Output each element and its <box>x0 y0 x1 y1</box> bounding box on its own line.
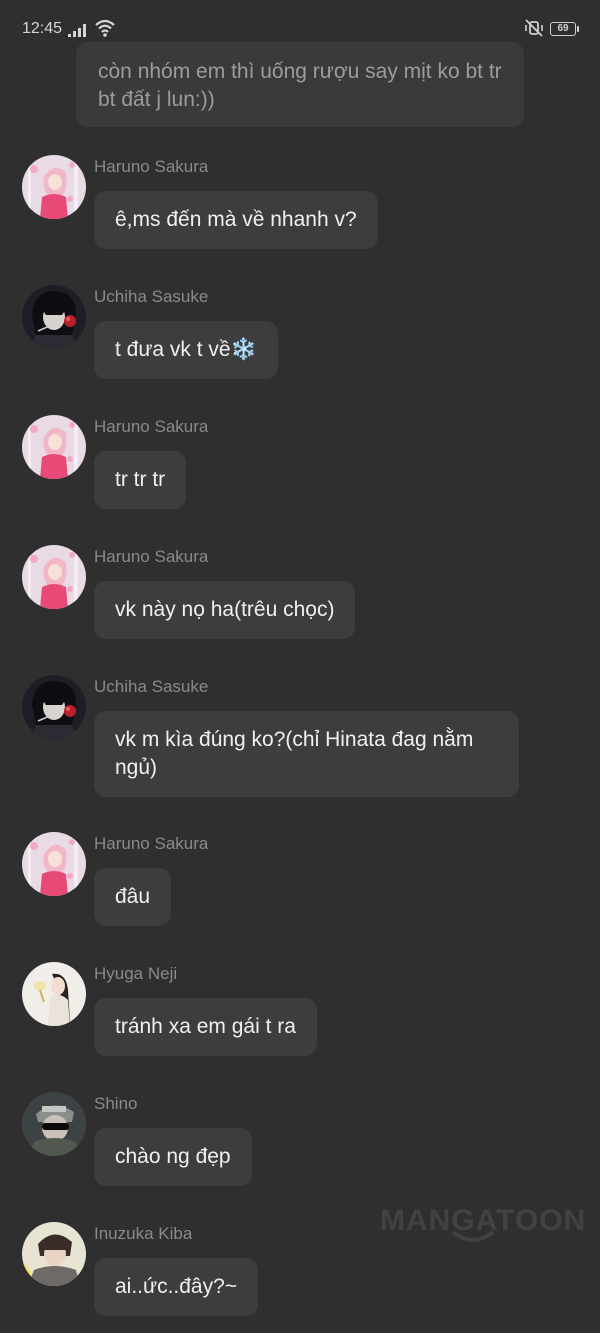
message-bubble: tránh xa em gái t ra <box>94 998 317 1056</box>
message-bubble: ê,ms đến mà về nhanh v? <box>94 191 378 249</box>
sender-name: Shino <box>94 1094 138 1113</box>
avatar[interactable] <box>22 415 86 479</box>
sender-name: Haruno Sakura <box>94 157 209 176</box>
avatar-image <box>22 962 86 1026</box>
sender-name: Haruno Sakura <box>94 547 209 566</box>
avatar-image <box>22 832 86 896</box>
avatar[interactable] <box>22 285 86 349</box>
avatar-image <box>22 1092 86 1156</box>
message-bubble: tr tr tr <box>94 451 187 509</box>
sender-name: Inuzuka Kiba <box>94 1224 193 1243</box>
avatar-image <box>22 1222 86 1286</box>
message-bubble: vk này nọ ha(trêu chọc) <box>94 581 356 639</box>
avatar[interactable] <box>22 675 86 739</box>
avatar-image <box>22 545 86 609</box>
avatar-image <box>22 675 86 739</box>
battery-icon: 69 <box>550 22 579 36</box>
watermark-smile-icon <box>451 1230 495 1242</box>
sender-name: Hyuga Neji <box>94 964 178 983</box>
sender-name: Uchiha Sasuke <box>94 677 209 696</box>
wifi-icon <box>95 19 115 37</box>
message-bubble: đâu <box>94 868 172 926</box>
narration-bubble: còn nhóm em thì uống rượu say mịt ko bt … <box>76 42 524 127</box>
avatar[interactable] <box>22 962 86 1026</box>
avatar[interactable] <box>22 545 86 609</box>
avatar[interactable] <box>22 155 86 219</box>
message-bubble: chào ng đẹp <box>94 1128 252 1186</box>
sender-name: Uchiha Sasuke <box>94 287 209 306</box>
message-bubble: ai..ức..đây?~ <box>94 1258 259 1316</box>
avatar[interactable] <box>22 1092 86 1156</box>
message-bubble: t đưa vk t về❄️ <box>94 321 278 379</box>
avatar[interactable] <box>22 832 86 896</box>
message-bubble: vk m kìa đúng ko?(chỉ Hinata đag nằm ngủ… <box>94 711 519 797</box>
sender-name: Haruno Sakura <box>94 834 209 853</box>
avatar-image <box>22 285 86 349</box>
signal-icon <box>68 24 86 37</box>
sender-name: Haruno Sakura <box>94 417 209 436</box>
status-time: 12:45 <box>22 20 63 37</box>
avatar-image <box>22 415 86 479</box>
avatar[interactable] <box>22 1222 86 1286</box>
mute-icon <box>525 19 543 37</box>
avatar-image <box>22 155 86 219</box>
